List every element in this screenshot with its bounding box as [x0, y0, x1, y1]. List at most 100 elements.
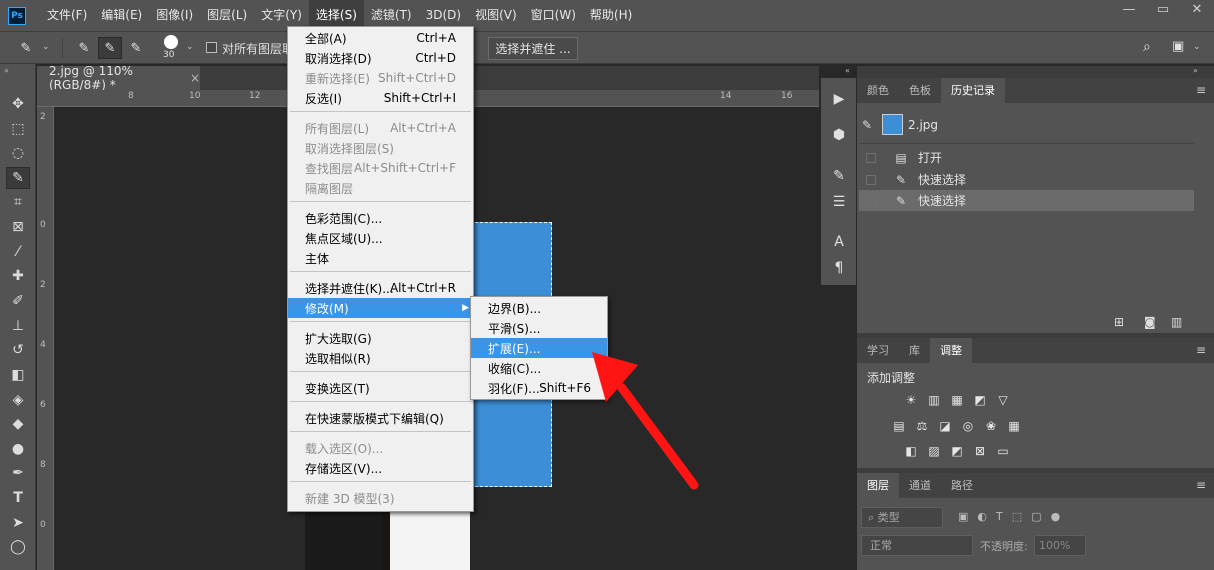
menu-item-subject[interactable]: 主体 [288, 248, 473, 268]
panel-menu-icon[interactable]: ≡ [1196, 343, 1206, 357]
history-brush-tool-icon[interactable]: ↺ [6, 339, 30, 361]
camera-icon[interactable]: ◙ [1144, 315, 1156, 329]
shape-filter-icon[interactable]: ⬚ [1012, 510, 1022, 523]
vibrance-icon[interactable]: ▽ [994, 392, 1012, 408]
chevron-down-icon[interactable]: ⌄ [186, 42, 194, 52]
quick-selection-tool-preset-icon[interactable]: ✎ [14, 37, 38, 59]
opacity-input[interactable]: 100% [1034, 535, 1086, 556]
type-tool-icon[interactable]: T [6, 487, 30, 509]
tab-history[interactable]: 历史记录 [941, 78, 1005, 103]
dodge-tool-icon[interactable]: ● [6, 438, 30, 460]
history-checkbox[interactable] [866, 195, 876, 206]
eyedropper-tool-icon[interactable]: ⁄ [6, 241, 30, 263]
blur-tool-icon[interactable]: ◆ [6, 413, 30, 435]
clone-stamp-tool-icon[interactable]: ⊥ [6, 315, 30, 337]
menu-item-all-layers[interactable]: 所有图层(L) Alt+Ctrl+A [288, 118, 473, 138]
close-button[interactable]: ✕ [1180, 0, 1214, 22]
minimize-button[interactable]: — [1112, 0, 1146, 22]
panel-menu-icon[interactable]: ≡ [1196, 478, 1206, 492]
menu-item-transform-selection[interactable]: 变换选区(T) [288, 378, 473, 398]
brush-size-preview-icon[interactable] [164, 35, 178, 49]
menu-item-select-and-mask[interactable]: 选择并遮住(K)... Alt+Ctrl+R [288, 278, 473, 298]
add-to-selection-brush-icon[interactable]: ✎ [98, 37, 122, 59]
sample-all-layers-checkbox[interactable] [206, 42, 217, 53]
tab-swatches[interactable]: 色板 [899, 78, 941, 103]
paragraph-icon[interactable]: ¶ [828, 257, 850, 279]
color-balance-icon[interactable]: ⚖ [913, 418, 931, 434]
brightness-icon[interactable]: ☀ [902, 392, 920, 408]
menu-item-isolate-layers[interactable]: 隔离图层 [288, 178, 473, 198]
properties-sliders-icon[interactable]: ☰ [828, 191, 850, 213]
menu-item-reselect[interactable]: 重新选择(E) Shift+Ctrl+D [288, 68, 473, 88]
adjustment-filter-icon[interactable]: ◐ [977, 510, 987, 523]
workspace-icon[interactable]: ▣ [1172, 39, 1184, 54]
history-row[interactable]: ▤ 打开 [859, 147, 1194, 168]
new-selection-brush-icon[interactable]: ✎ [72, 37, 96, 59]
snapshot-thumbnail[interactable] [882, 114, 903, 135]
new-document-from-state-icon[interactable]: ⊞ [1114, 315, 1124, 329]
collapse-arrows-icon[interactable]: » [1193, 66, 1198, 75]
menu-item-find-layers[interactable]: 查找图层 Alt+Shift+Ctrl+F [288, 158, 473, 178]
play-icon[interactable]: ▶ [828, 88, 850, 110]
menu-file[interactable]: 文件(F) [40, 0, 94, 31]
menu-item-save-selection[interactable]: 存储选区(V)... [288, 458, 473, 478]
move-tool-icon[interactable]: ✥ [6, 93, 30, 115]
tab-learn[interactable]: 学习 [857, 338, 899, 363]
type-filter-icon[interactable]: T [996, 510, 1003, 523]
blend-mode-select[interactable]: 正常 [861, 535, 973, 556]
posterize-icon[interactable]: ▨ [925, 443, 943, 459]
history-row[interactable]: ✎ 快速选择 [859, 169, 1194, 190]
menu-edit[interactable]: 编辑(E) [94, 0, 149, 31]
exposure-icon[interactable]: ◩ [971, 392, 989, 408]
menu-item-quick-mask[interactable]: 在快速蒙版模式下编辑(Q) [288, 408, 473, 428]
menu-item-focus-area[interactable]: 焦点区域(U)... [288, 228, 473, 248]
search-icon[interactable]: ⌕ [1143, 39, 1151, 55]
menu-help[interactable]: 帮助(H) [583, 0, 639, 31]
trash-icon[interactable]: ▥ [1171, 315, 1182, 329]
history-checkbox[interactable] [866, 152, 876, 163]
filter-toggle-icon[interactable]: ● [1051, 510, 1061, 523]
submenu-item-border[interactable]: 边界(B)... [471, 298, 607, 318]
invert-icon[interactable]: ◧ [902, 443, 920, 459]
menu-item-grow[interactable]: 扩大选取(G) [288, 328, 473, 348]
menu-layer[interactable]: 图层(L) [200, 0, 254, 31]
gradient-map-icon[interactable]: ▭ [994, 443, 1012, 459]
restore-button[interactable]: ▭ [1146, 0, 1180, 22]
channel-mixer-icon[interactable]: ❀ [982, 418, 1000, 434]
selective-color-icon[interactable]: ⊠ [971, 443, 989, 459]
hue-saturation-icon[interactable]: ▤ [890, 418, 908, 434]
crop-tool-icon[interactable]: ⌗ [6, 191, 30, 213]
close-icon[interactable]: × [190, 71, 200, 85]
path-selection-tool-icon[interactable]: ➤ [6, 512, 30, 534]
tab-layers[interactable]: 图层 [857, 473, 899, 498]
frame-tool-icon[interactable]: ⊠ [6, 216, 30, 238]
curves-icon[interactable]: ▦ [948, 392, 966, 408]
menu-window[interactable]: 窗口(W) [524, 0, 583, 31]
marquee-tool-icon[interactable]: ⬚ [6, 118, 30, 140]
tab-libraries[interactable]: 库 [899, 338, 930, 363]
tab-paths[interactable]: 路径 [941, 473, 983, 498]
black-white-icon[interactable]: ◪ [936, 418, 954, 434]
panel-menu-icon[interactable]: ≡ [1196, 83, 1206, 97]
history-checkbox[interactable] [866, 174, 876, 185]
color-lookup-icon[interactable]: ▦ [1005, 418, 1023, 434]
photo-filter-icon[interactable]: ◎ [959, 418, 977, 434]
ellipse-tool-icon[interactable]: ◯ [6, 536, 30, 558]
menu-item-similar[interactable]: 选取相似(R) [288, 348, 473, 368]
select-and-mask-button[interactable]: 选择并遮住 ... [488, 37, 578, 60]
menu-item-color-range[interactable]: 色彩范围(C)... [288, 208, 473, 228]
brush-settings-icon[interactable]: ✎ [828, 165, 850, 187]
history-row-selected[interactable]: ✎ 快速选择 [859, 190, 1194, 211]
eraser-tool-icon[interactable]: ◧ [6, 364, 30, 386]
menu-item-deselect-layers[interactable]: 取消选择图层(S) [288, 138, 473, 158]
tab-channels[interactable]: 通道 [899, 473, 941, 498]
menu-item-inverse[interactable]: 反选(I) Shift+Ctrl+I [288, 88, 473, 108]
menu-item-deselect[interactable]: 取消选择(D) Ctrl+D [288, 48, 473, 68]
menu-item-load-selection[interactable]: 载入选区(O)... [288, 438, 473, 458]
subtract-selection-brush-icon[interactable]: ✎ [124, 37, 148, 59]
chevron-down-icon[interactable]: ⌄ [42, 42, 50, 52]
collapse-arrows-icon[interactable]: » [4, 66, 9, 75]
lasso-tool-icon[interactable]: ◌ [6, 142, 30, 164]
tab-color[interactable]: 颜色 [857, 78, 899, 103]
document-tab[interactable]: 2.jpg @ 110%(RGB/8#) * × [37, 64, 200, 92]
